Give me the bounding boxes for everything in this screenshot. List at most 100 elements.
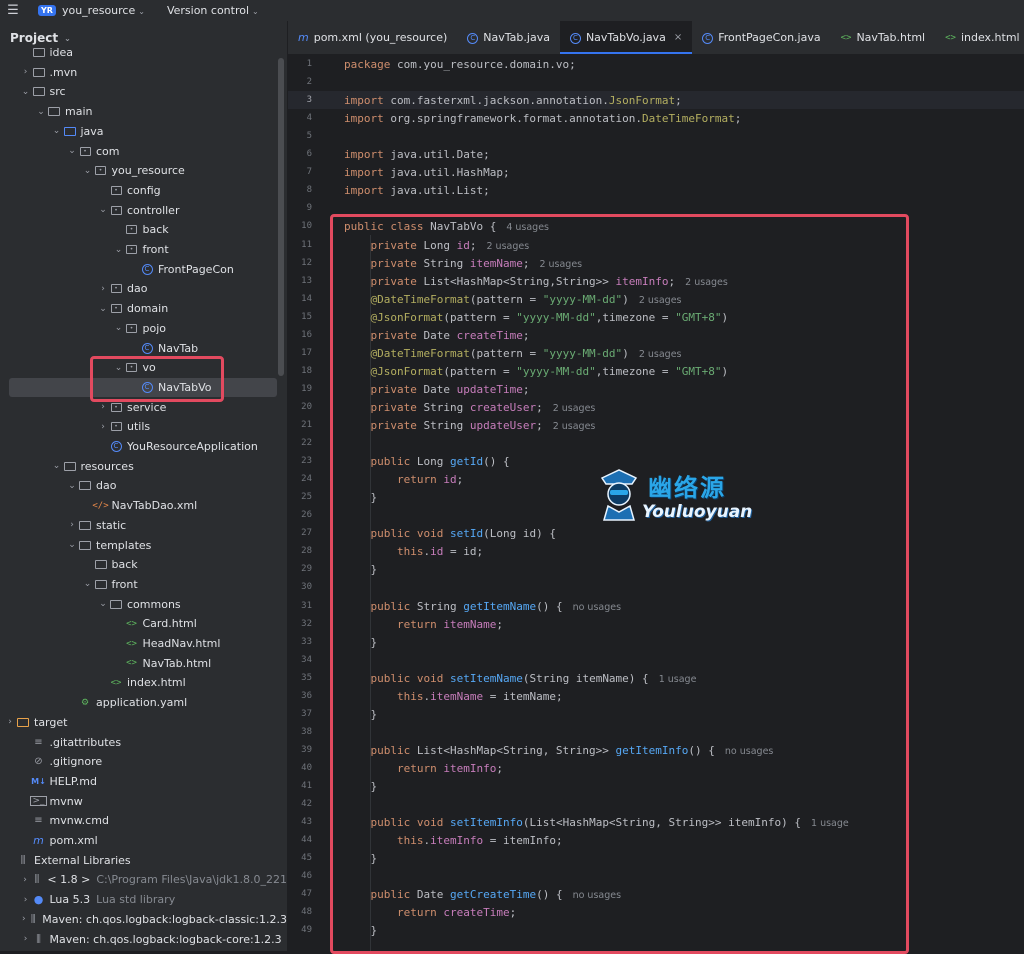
chevron-down-icon[interactable]: ⌄ <box>66 481 78 491</box>
tree-item[interactable]: >_ mvnw <box>0 792 287 811</box>
chevron-right-icon[interactable]: › <box>20 67 32 77</box>
tree-item[interactable]: ⌄ • you_resource <box>0 161 287 180</box>
tree-item[interactable]: m pom.xml <box>0 831 287 850</box>
tree-item-label: dao <box>127 282 148 296</box>
tree-item[interactable]: <> HeadNav.html <box>0 634 287 653</box>
chevron-down-icon[interactable]: ⌄ <box>35 107 47 117</box>
main-menu-icon[interactable]: ☰ <box>0 3 26 18</box>
editor-tab[interactable]: <> NavTab.html <box>831 21 936 54</box>
package-icon: • <box>110 422 122 432</box>
chevron-right-icon[interactable]: › <box>4 717 16 727</box>
editor-tab[interactable]: <> index.html <box>935 21 1024 54</box>
chevron-down-icon[interactable]: ⌄ <box>97 205 109 215</box>
tree-item[interactable]: ⌄ • front <box>0 240 287 259</box>
editor-tab[interactable]: C NavTabVo.java × <box>559 21 693 54</box>
tree-item[interactable]: › ⫼ Maven: ch.qos.logback:logback-core:1.2… <box>0 930 287 949</box>
chevron-down-icon[interactable]: ⌄ <box>113 323 125 333</box>
version-control-menu[interactable]: Version control ⌄ <box>167 4 259 17</box>
tree-item[interactable]: ⚙ application.yaml <box>0 693 287 712</box>
tree-item[interactable]: ⌄ src <box>0 82 287 101</box>
tree-item[interactable]: ⌄ resources <box>0 457 287 476</box>
chevron-down-icon[interactable]: ⌄ <box>82 166 94 176</box>
chevron-right-icon[interactable]: › <box>97 284 109 294</box>
code-line[interactable]: package com.you_resource.domain.vo; <box>344 56 576 74</box>
code-line[interactable]: import org.springframework.format.annota… <box>344 110 741 128</box>
chevron-right-icon[interactable]: › <box>20 875 31 885</box>
line-number: 14 <box>301 293 312 304</box>
tree-item[interactable]: ⌄ • controller <box>0 201 287 220</box>
chevron-down-icon[interactable]: ⌄ <box>66 540 78 550</box>
class-icon: C <box>110 441 122 452</box>
tree-item[interactable]: ⌄ main <box>0 102 287 121</box>
editor-tab[interactable]: C NavTab.java <box>457 21 560 54</box>
tree-item[interactable]: ⫼ External Libraries <box>0 851 287 870</box>
code-line[interactable]: import java.util.List; <box>344 182 490 200</box>
tree-item[interactable]: ⌄ templates <box>0 536 287 555</box>
chevron-down-icon: ⌄ <box>138 7 145 16</box>
html-file-icon: <> <box>126 618 137 629</box>
tree-item[interactable]: idea <box>0 43 287 62</box>
tree-item-icon <box>47 106 61 118</box>
tree-item[interactable]: C NavTab <box>0 339 287 358</box>
tree-item[interactable]: › .mvn <box>0 63 287 82</box>
tree-item[interactable]: ⌄ front <box>0 575 287 594</box>
chevron-down-icon[interactable]: ⌄ <box>113 245 125 255</box>
tree-item[interactable]: › • dao <box>0 279 287 298</box>
tree-item[interactable]: <> Card.html <box>0 614 287 633</box>
chevron-down-icon[interactable]: ⌄ <box>82 579 94 589</box>
tree-item-icon: • <box>94 165 108 177</box>
tree-item[interactable]: • config <box>0 181 287 200</box>
tree-item[interactable]: </> NavTabDao.xml <box>0 496 287 515</box>
tree-item[interactable]: › target <box>0 713 287 732</box>
tree-scrollbar[interactable] <box>278 58 284 376</box>
tree-item[interactable]: › static <box>0 516 287 535</box>
tree-item[interactable]: › ⫼ Maven: ch.qos.logback:logback-classic:… <box>0 910 287 929</box>
library-icon: ⫼ <box>20 854 26 866</box>
tree-item-icon <box>32 66 46 78</box>
tree-item[interactable]: back <box>0 555 287 574</box>
chevron-right-icon[interactable]: › <box>97 402 109 412</box>
close-tab-icon[interactable]: × <box>674 32 682 43</box>
code-line[interactable]: import java.util.HashMap; <box>344 164 510 182</box>
tree-item[interactable]: M↓ HELP.md <box>0 772 287 791</box>
tree-item[interactable]: › • utils <box>0 417 287 436</box>
tree-item[interactable]: <> NavTab.html <box>0 654 287 673</box>
package-icon: • <box>126 245 137 254</box>
chevron-down-icon[interactable]: ⌄ <box>66 146 78 156</box>
tree-item[interactable]: • back <box>0 220 287 239</box>
tree-item[interactable]: ⊘ .gitignore <box>0 752 287 771</box>
tree-item[interactable]: › ● Lua 5.3 Lua std library <box>0 890 287 909</box>
chevron-right-icon[interactable]: › <box>20 895 32 905</box>
tree-item[interactable]: ⌄ java <box>0 122 287 141</box>
tree-item[interactable]: <> index.html <box>0 673 287 692</box>
line-number: 20 <box>301 401 312 412</box>
tree-item-label: Maven: ch.qos.logback:logback-classic:1.… <box>42 912 287 926</box>
chevron-down-icon[interactable]: ⌄ <box>97 304 109 314</box>
chevron-down-icon[interactable]: ⌄ <box>97 599 109 609</box>
tree-item[interactable]: ≡ mvnw.cmd <box>0 811 287 830</box>
tree-item[interactable]: C FrontPageCon <box>0 260 287 279</box>
chevron-right-icon[interactable]: › <box>97 422 109 432</box>
chevron-right-icon[interactable]: › <box>20 934 32 944</box>
chevron-right-icon[interactable]: › <box>20 914 29 924</box>
tree-item-icon: </> <box>92 500 108 512</box>
chevron-down-icon[interactable]: ⌄ <box>51 461 63 471</box>
tree-item[interactable]: ⌄ • com <box>0 142 287 161</box>
chevron-down-icon[interactable]: ⌄ <box>20 87 32 97</box>
editor-tab[interactable]: C FrontPageCon.java <box>692 21 830 54</box>
editor-tab[interactable]: m pom.xml (you_resource) <box>288 21 457 54</box>
tree-item[interactable]: ⌄ • pojo <box>0 319 287 338</box>
tree-item-icon: <> <box>125 618 139 630</box>
tree-item[interactable]: ⌄ commons <box>0 595 287 614</box>
tree-item[interactable]: › ⫼ < 1.8 > C:\Program Files\Java\jdk1.8.0_… <box>0 870 287 889</box>
code-line[interactable]: import com.fasterxml.jackson.annotation.… <box>344 92 682 110</box>
folder-icon <box>48 107 60 117</box>
chevron-down-icon[interactable]: ⌄ <box>51 126 63 136</box>
code-line[interactable]: import java.util.Date; <box>344 146 490 164</box>
tree-item[interactable]: C YouResourceApplication <box>0 437 287 456</box>
tree-item[interactable]: ≡ .gitattributes <box>0 733 287 752</box>
project-switcher[interactable]: you_resource ⌄ <box>62 4 145 17</box>
tree-item[interactable]: ⌄ dao <box>0 476 287 495</box>
chevron-right-icon[interactable]: › <box>66 520 78 530</box>
tree-item[interactable]: ⌄ • domain <box>0 299 287 318</box>
